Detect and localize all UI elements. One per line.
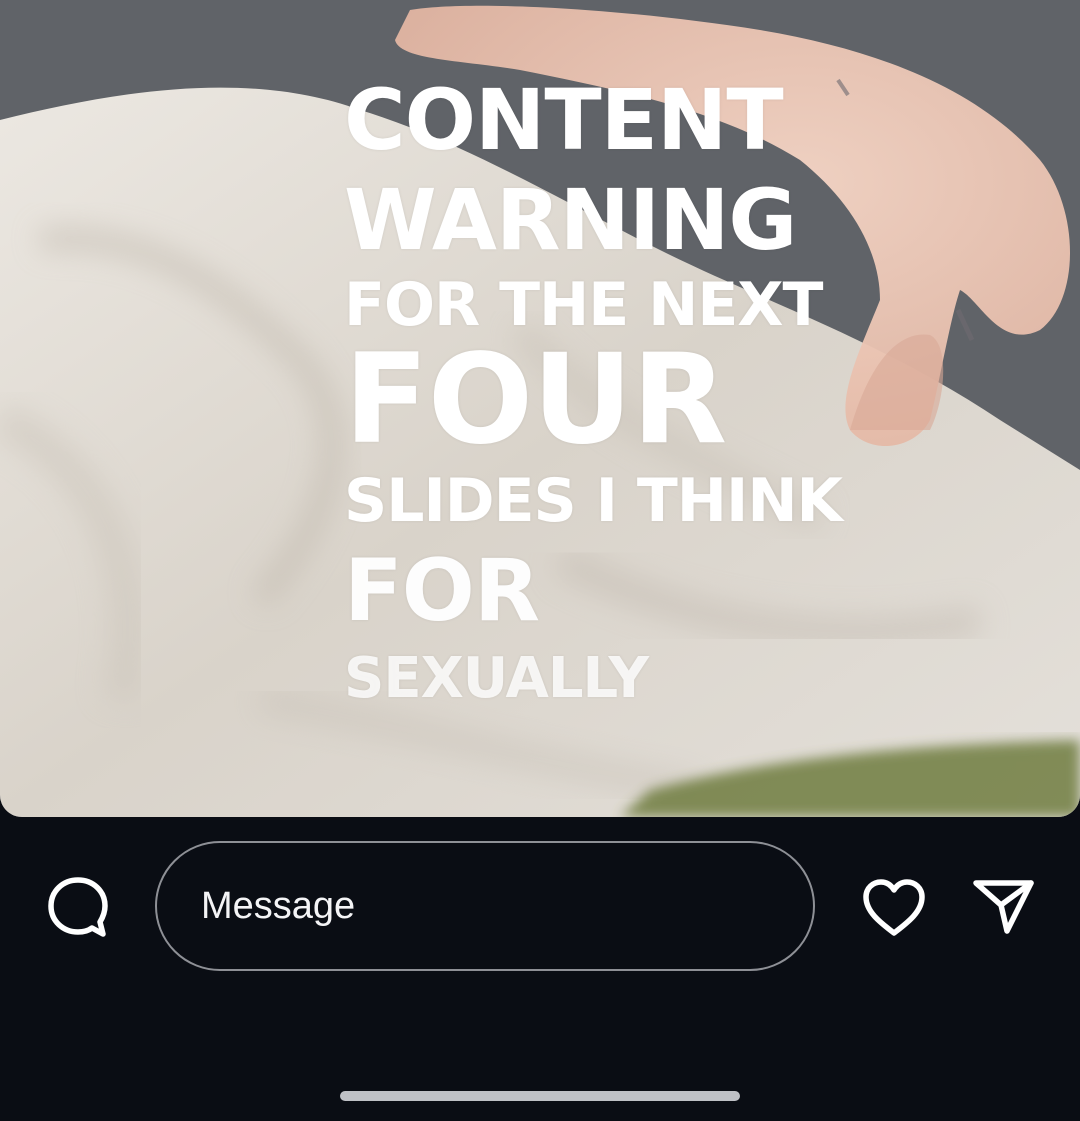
overlay-line-2: WARNING bbox=[344, 171, 797, 269]
speech-bubble-icon bbox=[48, 877, 108, 937]
overlay-line-6: FOR bbox=[344, 541, 540, 641]
paper-plane-icon bbox=[973, 880, 1034, 934]
overlay-line-7: SEXUALLY bbox=[344, 646, 649, 711]
overlay-line-1: CONTENT bbox=[344, 71, 784, 169]
overlay-line-5: SLIDES I THINK bbox=[344, 466, 843, 536]
story-media[interactable]: CONTENT WARNING FOR THE NEXT FOUR SLIDES… bbox=[0, 0, 1080, 817]
story-viewer: CONTENT WARNING FOR THE NEXT FOUR SLIDES… bbox=[0, 0, 1080, 1121]
comment-button[interactable] bbox=[40, 869, 116, 945]
message-input[interactable]: Message bbox=[155, 841, 815, 971]
like-button[interactable] bbox=[856, 873, 932, 943]
home-indicator[interactable] bbox=[340, 1091, 740, 1101]
story-overlay-text: CONTENT WARNING FOR THE NEXT FOUR SLIDES… bbox=[344, 70, 904, 714]
heart-icon bbox=[863, 879, 925, 936]
overlay-line-4: FOUR bbox=[344, 328, 727, 472]
share-button[interactable] bbox=[966, 871, 1042, 943]
overlay-line-3: FOR THE NEXT bbox=[344, 270, 824, 340]
reply-bar: Message bbox=[0, 817, 1080, 1121]
message-placeholder: Message bbox=[201, 884, 356, 927]
